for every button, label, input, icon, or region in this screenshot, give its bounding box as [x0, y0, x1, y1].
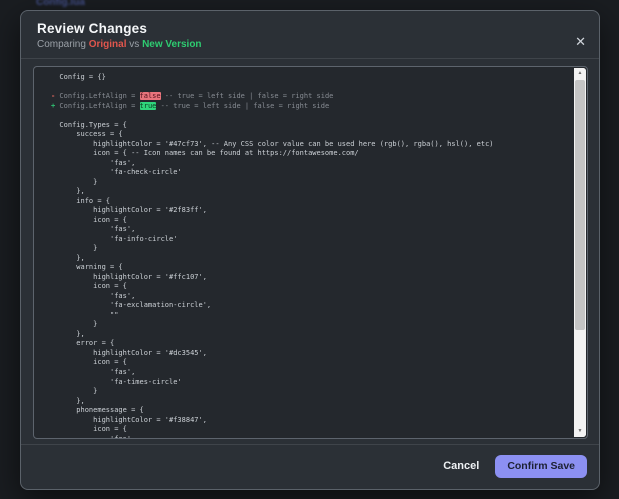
code-line: 'fas',	[51, 291, 136, 300]
code-line: Config.Types = {	[51, 120, 127, 129]
scroll-down-icon[interactable]: ▼	[574, 426, 586, 437]
code-line: info = {	[51, 196, 111, 205]
subtitle-new-version-label: New Version	[142, 39, 202, 50]
code-line: error = {	[51, 339, 115, 348]
code-line: highlightColor = '#2f83ff',	[51, 206, 207, 215]
diff-code-area[interactable]: Config = {} - Config.LeftAlign = false -…	[33, 66, 588, 439]
modal-footer: Cancel Confirm Save	[21, 444, 599, 489]
code-line: warning = {	[51, 263, 123, 272]
subtitle-original-label: Original	[88, 39, 127, 50]
code-line: 'fas',	[51, 158, 136, 167]
code-line: highlightColor = '#dc3545',	[51, 348, 207, 357]
code-line: success = {	[51, 130, 123, 139]
code-line: - Config.LeftAlign = false -- true = lef…	[51, 92, 334, 101]
code-line: },	[51, 253, 85, 262]
scrollbar-thumb[interactable]	[575, 80, 585, 330]
code-line: icon = {	[51, 358, 127, 367]
code-line: },	[51, 396, 85, 405]
modal-body: Config = {} - Config.LeftAlign = false -…	[21, 59, 599, 439]
code-line: 'fa-exclamation-circle',	[51, 301, 212, 310]
confirm-save-button[interactable]: Confirm Save	[495, 454, 587, 478]
code-content: Config = {} - Config.LeftAlign = false -…	[34, 67, 587, 439]
code-line: Config = {}	[51, 73, 106, 81]
code-line: + Config.LeftAlign = true -- true = left…	[51, 101, 330, 110]
code-line: 'fas',	[51, 225, 136, 234]
scroll-up-icon[interactable]: ▲	[574, 68, 586, 79]
code-line: highlightColor = '#f38847',	[51, 415, 207, 424]
modal-header: Review Changes Comparing Original vs New…	[21, 11, 599, 59]
review-changes-modal: Review Changes Comparing Original vs New…	[20, 10, 600, 490]
code-line: icon = {	[51, 215, 127, 224]
subtitle-prefix: Comparing	[37, 39, 89, 50]
code-line: 'fa-info-circle'	[51, 234, 178, 243]
background-tab-label: Config.lua	[36, 0, 85, 8]
code-line: 'fa-times-circle'	[51, 377, 182, 386]
code-line: highlightColor = '#47cf73', -- Any CSS c…	[51, 139, 494, 148]
code-line: icon = { -- Icon names can be found at h…	[51, 149, 359, 158]
code-line: 'fa-check-circle'	[51, 168, 182, 177]
code-line: highlightColor = '#ffc107',	[51, 272, 207, 281]
vertical-scrollbar[interactable]: ▲ ▼	[574, 68, 586, 437]
code-line: }	[51, 177, 98, 186]
code-line: 'fas',	[51, 367, 136, 376]
cancel-button[interactable]: Cancel	[443, 460, 479, 472]
code-line: },	[51, 187, 85, 196]
modal-subtitle: Comparing Original vs New Version	[37, 39, 583, 50]
modal-title: Review Changes	[37, 21, 148, 36]
code-line: icon = {	[51, 282, 127, 291]
code-line: ""	[51, 310, 119, 319]
code-line: }	[51, 320, 98, 329]
code-line: 'fas',	[51, 434, 136, 439]
code-line: }	[51, 387, 98, 396]
code-line: }	[51, 244, 98, 253]
code-line: },	[51, 329, 85, 338]
code-line: icon = {	[51, 425, 127, 434]
code-line: phonemessage = {	[51, 406, 144, 415]
subtitle-vs: vs	[126, 39, 143, 50]
close-icon[interactable]: ✕	[575, 35, 586, 48]
